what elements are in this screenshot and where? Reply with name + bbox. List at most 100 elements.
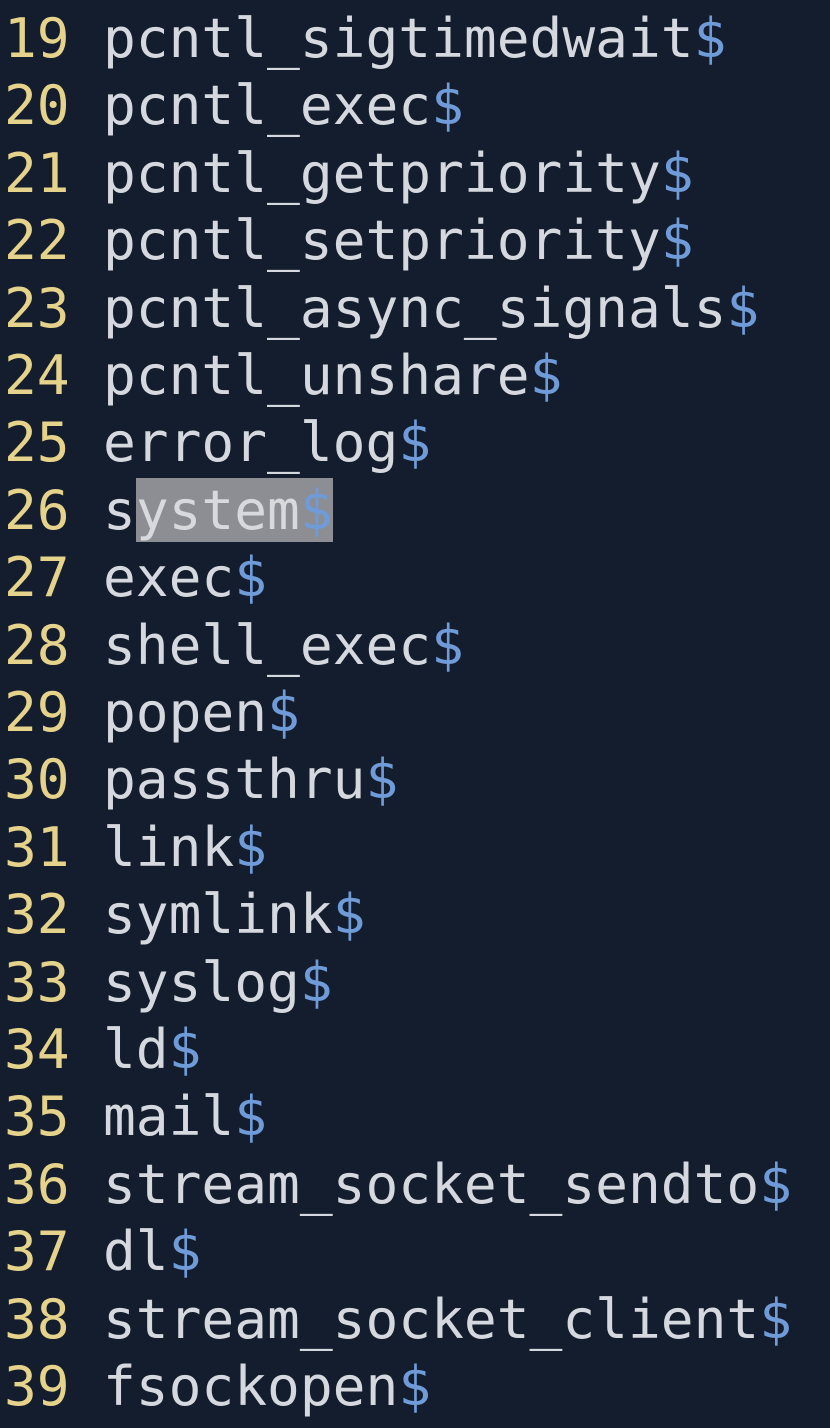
vim-editor[interactable]: 19 pcntl_sigtimedwait$ 20 pcntl_exec$ 21 pcnt… [0,0,830,1428]
line-number: 28 [4,612,70,677]
eol-marker: $ [168,1017,202,1081]
eol-marker: $ [726,275,760,340]
line-text-prefix: s [103,477,136,542]
line-number: 39 [4,1354,70,1418]
eol-marker: $ [660,140,694,205]
editor-line[interactable]: 35 mail$ [0,1083,830,1150]
eol-marker: $ [529,343,563,407]
selected-text: ystem [135,477,300,542]
eol-marker: $ [660,208,694,273]
line-text[interactable]: dl$ [103,1218,201,1285]
line-text[interactable]: ld$ [103,1016,201,1083]
editor-line[interactable]: 26 system$ [0,477,830,544]
line-number: 20 [4,73,70,138]
line-content: symlink [103,882,333,947]
line-content: pcntl_unshare [103,343,530,407]
line-content: pcntl_sigtimedwait [103,6,694,70]
line-content: stream_socket_sendto [103,1151,760,1216]
line-text[interactable]: stream_socket_sendto$ [103,1151,792,1218]
line-text[interactable]: pcntl_setpriority$ [103,207,694,274]
line-text[interactable]: shell_exec$ [103,612,464,679]
line-content: popen [103,680,268,744]
line-content: error_log [103,410,399,475]
editor-line[interactable]: 36 stream_socket_sendto$ [0,1151,830,1218]
visual-selection[interactable]: ystem$ [135,477,333,542]
editor-line[interactable]: 32 symlink$ [0,881,830,948]
line-content: link [103,814,235,879]
eol-marker: $ [332,882,366,947]
line-text[interactable]: passthru$ [103,746,398,813]
line-number: 36 [4,1151,70,1216]
editor-line[interactable]: 21 pcntl_getpriority$ [0,140,830,207]
line-number: 37 [4,1219,70,1284]
eol-marker: $ [168,1219,202,1284]
eol-marker: $ [398,1354,432,1418]
line-number: 30 [4,747,70,812]
line-text[interactable]: pcntl_async_signals$ [103,275,759,342]
line-text[interactable]: fsockopen$ [103,1353,431,1420]
line-content: pcntl_getpriority [103,140,661,205]
eol-marker: $ [267,680,300,744]
line-text[interactable]: popen$ [103,679,300,746]
eol-marker: $ [234,1084,268,1149]
eol-marker: $ [299,477,333,542]
line-number: 19 [4,6,70,70]
editor-line[interactable]: 39 fsockopen$ [0,1353,830,1420]
line-text[interactable]: stream_socket_client$ [103,1286,792,1353]
line-content: ld [103,1017,169,1081]
line-content: fsockopen [103,1354,399,1418]
line-number: 29 [4,680,70,744]
editor-line[interactable]: 27 exec$ [0,544,830,611]
eol-marker: $ [234,545,268,610]
editor-line[interactable]: 28 shell_exec$ [0,612,830,679]
line-content: pcntl_exec [103,73,432,138]
line-text[interactable]: system$ [103,477,333,544]
line-text[interactable]: error_log$ [103,409,431,476]
editor-line[interactable]: 37 dl$ [0,1218,830,1285]
eol-marker: $ [431,73,464,138]
editor-line[interactable]: 38 stream_socket_client$ [0,1286,830,1353]
eol-marker: $ [398,410,432,475]
editor-line[interactable]: 25 error_log$ [0,409,830,476]
line-content: dl [103,1219,169,1284]
eol-marker: $ [693,6,727,70]
line-number: 33 [4,949,70,1014]
line-content: pcntl_setpriority [103,208,661,273]
editor-line[interactable]: 19 pcntl_sigtimedwait$ [0,5,830,72]
line-content: syslog [103,949,300,1014]
editor-line[interactable]: 23 pcntl_async_signals$ [0,275,830,342]
line-number: 27 [4,545,70,610]
line-number: 25 [4,410,70,475]
line-content: exec [103,545,235,610]
eol-marker: $ [299,949,333,1014]
line-number: 32 [4,882,70,947]
line-text[interactable]: pcntl_exec$ [103,72,464,139]
line-text[interactable]: pcntl_sigtimedwait$ [103,5,726,72]
editor-line[interactable]: 30 passthru$ [0,746,830,813]
editor-line[interactable]: 22 pcntl_setpriority$ [0,207,830,274]
line-content: shell_exec [103,612,432,677]
eol-marker: $ [759,1151,793,1216]
editor-line[interactable]: 33 syslog$ [0,949,830,1016]
line-number: 31 [4,814,70,879]
eol-marker: $ [431,612,464,677]
line-text[interactable]: link$ [103,814,267,881]
line-text[interactable]: syslog$ [103,949,333,1016]
editor-line[interactable]: 29 popen$ [0,679,830,746]
line-text[interactable]: exec$ [103,544,267,611]
editor-line[interactable]: 20 pcntl_exec$ [0,72,830,139]
line-number: 21 [4,140,70,205]
line-text[interactable]: symlink$ [103,881,366,948]
line-content: mail [103,1084,235,1149]
line-text[interactable]: pcntl_getpriority$ [103,140,694,207]
editor-line[interactable]: 34 ld$ [0,1016,830,1083]
line-number: 26 [4,477,70,542]
line-content: stream_socket_client [103,1286,760,1351]
editor-line[interactable]: 31 link$ [0,814,830,881]
line-text[interactable]: pcntl_unshare$ [103,342,562,409]
line-number: 24 [4,343,70,407]
line-text[interactable]: mail$ [103,1083,267,1150]
line-content: pcntl_async_signals [103,275,727,340]
editor-line[interactable]: 24 pcntl_unshare$ [0,342,830,409]
eol-marker: $ [365,747,399,812]
